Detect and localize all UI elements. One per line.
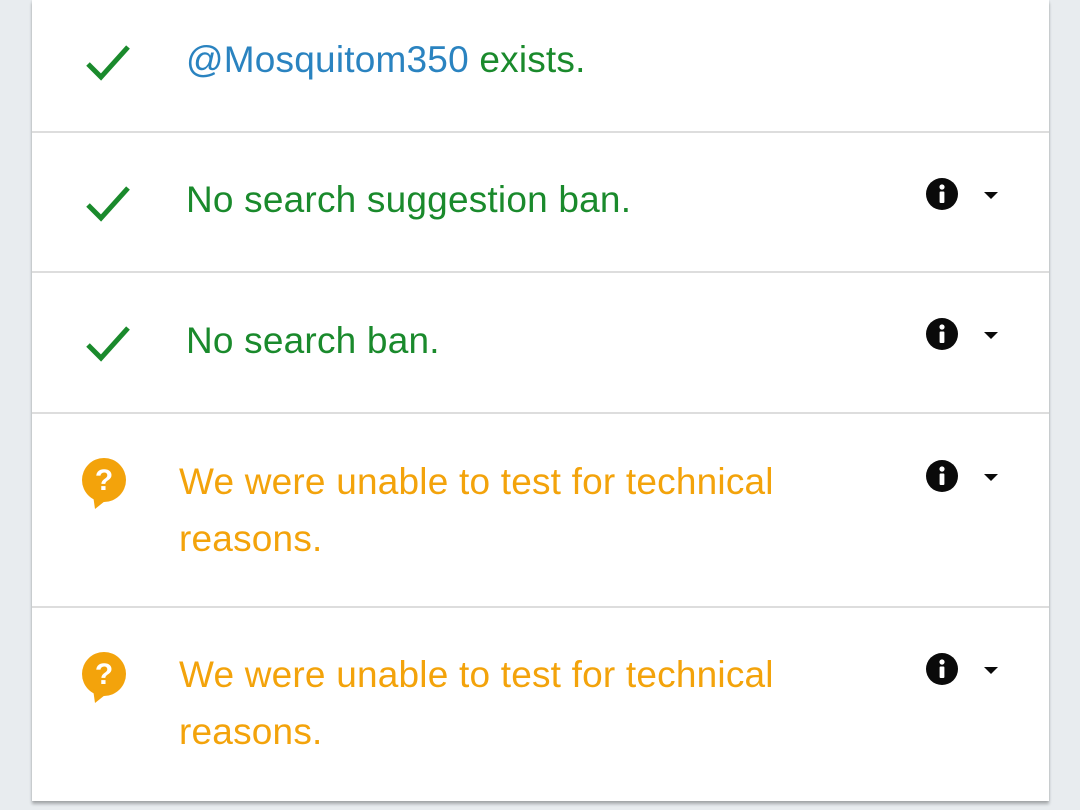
checkmark-icon bbox=[86, 45, 130, 81]
chevron-down-icon[interactable] bbox=[981, 471, 1001, 483]
chevron-down-icon[interactable] bbox=[981, 189, 1001, 201]
check-message-text: exists. bbox=[468, 39, 586, 80]
check-message: No search suggestion ban. bbox=[186, 179, 632, 220]
check-row-search-suggestion: No search suggestion ban. bbox=[32, 133, 1049, 273]
svg-text:?: ? bbox=[95, 464, 113, 497]
check-message: @Mosquitom350 exists. bbox=[186, 31, 586, 88]
results-card: @Mosquitom350 exists. No search suggesti… bbox=[32, 0, 1049, 801]
info-icon[interactable] bbox=[926, 318, 958, 350]
info-icon[interactable] bbox=[926, 653, 958, 685]
check-row-ghost-ban: ? We were unable to test for technical r… bbox=[32, 414, 1049, 608]
chevron-down-icon[interactable] bbox=[981, 329, 1001, 341]
check-row-exists: @Mosquitom350 exists. bbox=[32, 0, 1049, 133]
account-handle: @Mosquitom350 bbox=[186, 39, 469, 80]
question-bubble-icon: ? bbox=[82, 458, 126, 509]
question-bubble-icon: ? bbox=[82, 652, 126, 703]
svg-text:?: ? bbox=[95, 658, 113, 691]
check-message: We were unable to test for technical rea… bbox=[179, 461, 774, 559]
check-row-search-ban: No search ban. bbox=[32, 273, 1049, 414]
chevron-down-icon[interactable] bbox=[981, 664, 1001, 676]
check-message: We were unable to test for technical rea… bbox=[179, 654, 774, 752]
checkmark-icon bbox=[86, 186, 130, 222]
checkmark-icon bbox=[86, 326, 130, 362]
info-icon[interactable] bbox=[926, 178, 958, 210]
check-row-reply-deboosting: ? We were unable to test for technical r… bbox=[32, 608, 1049, 801]
info-icon[interactable] bbox=[926, 460, 958, 492]
check-message: No search ban. bbox=[186, 320, 440, 361]
